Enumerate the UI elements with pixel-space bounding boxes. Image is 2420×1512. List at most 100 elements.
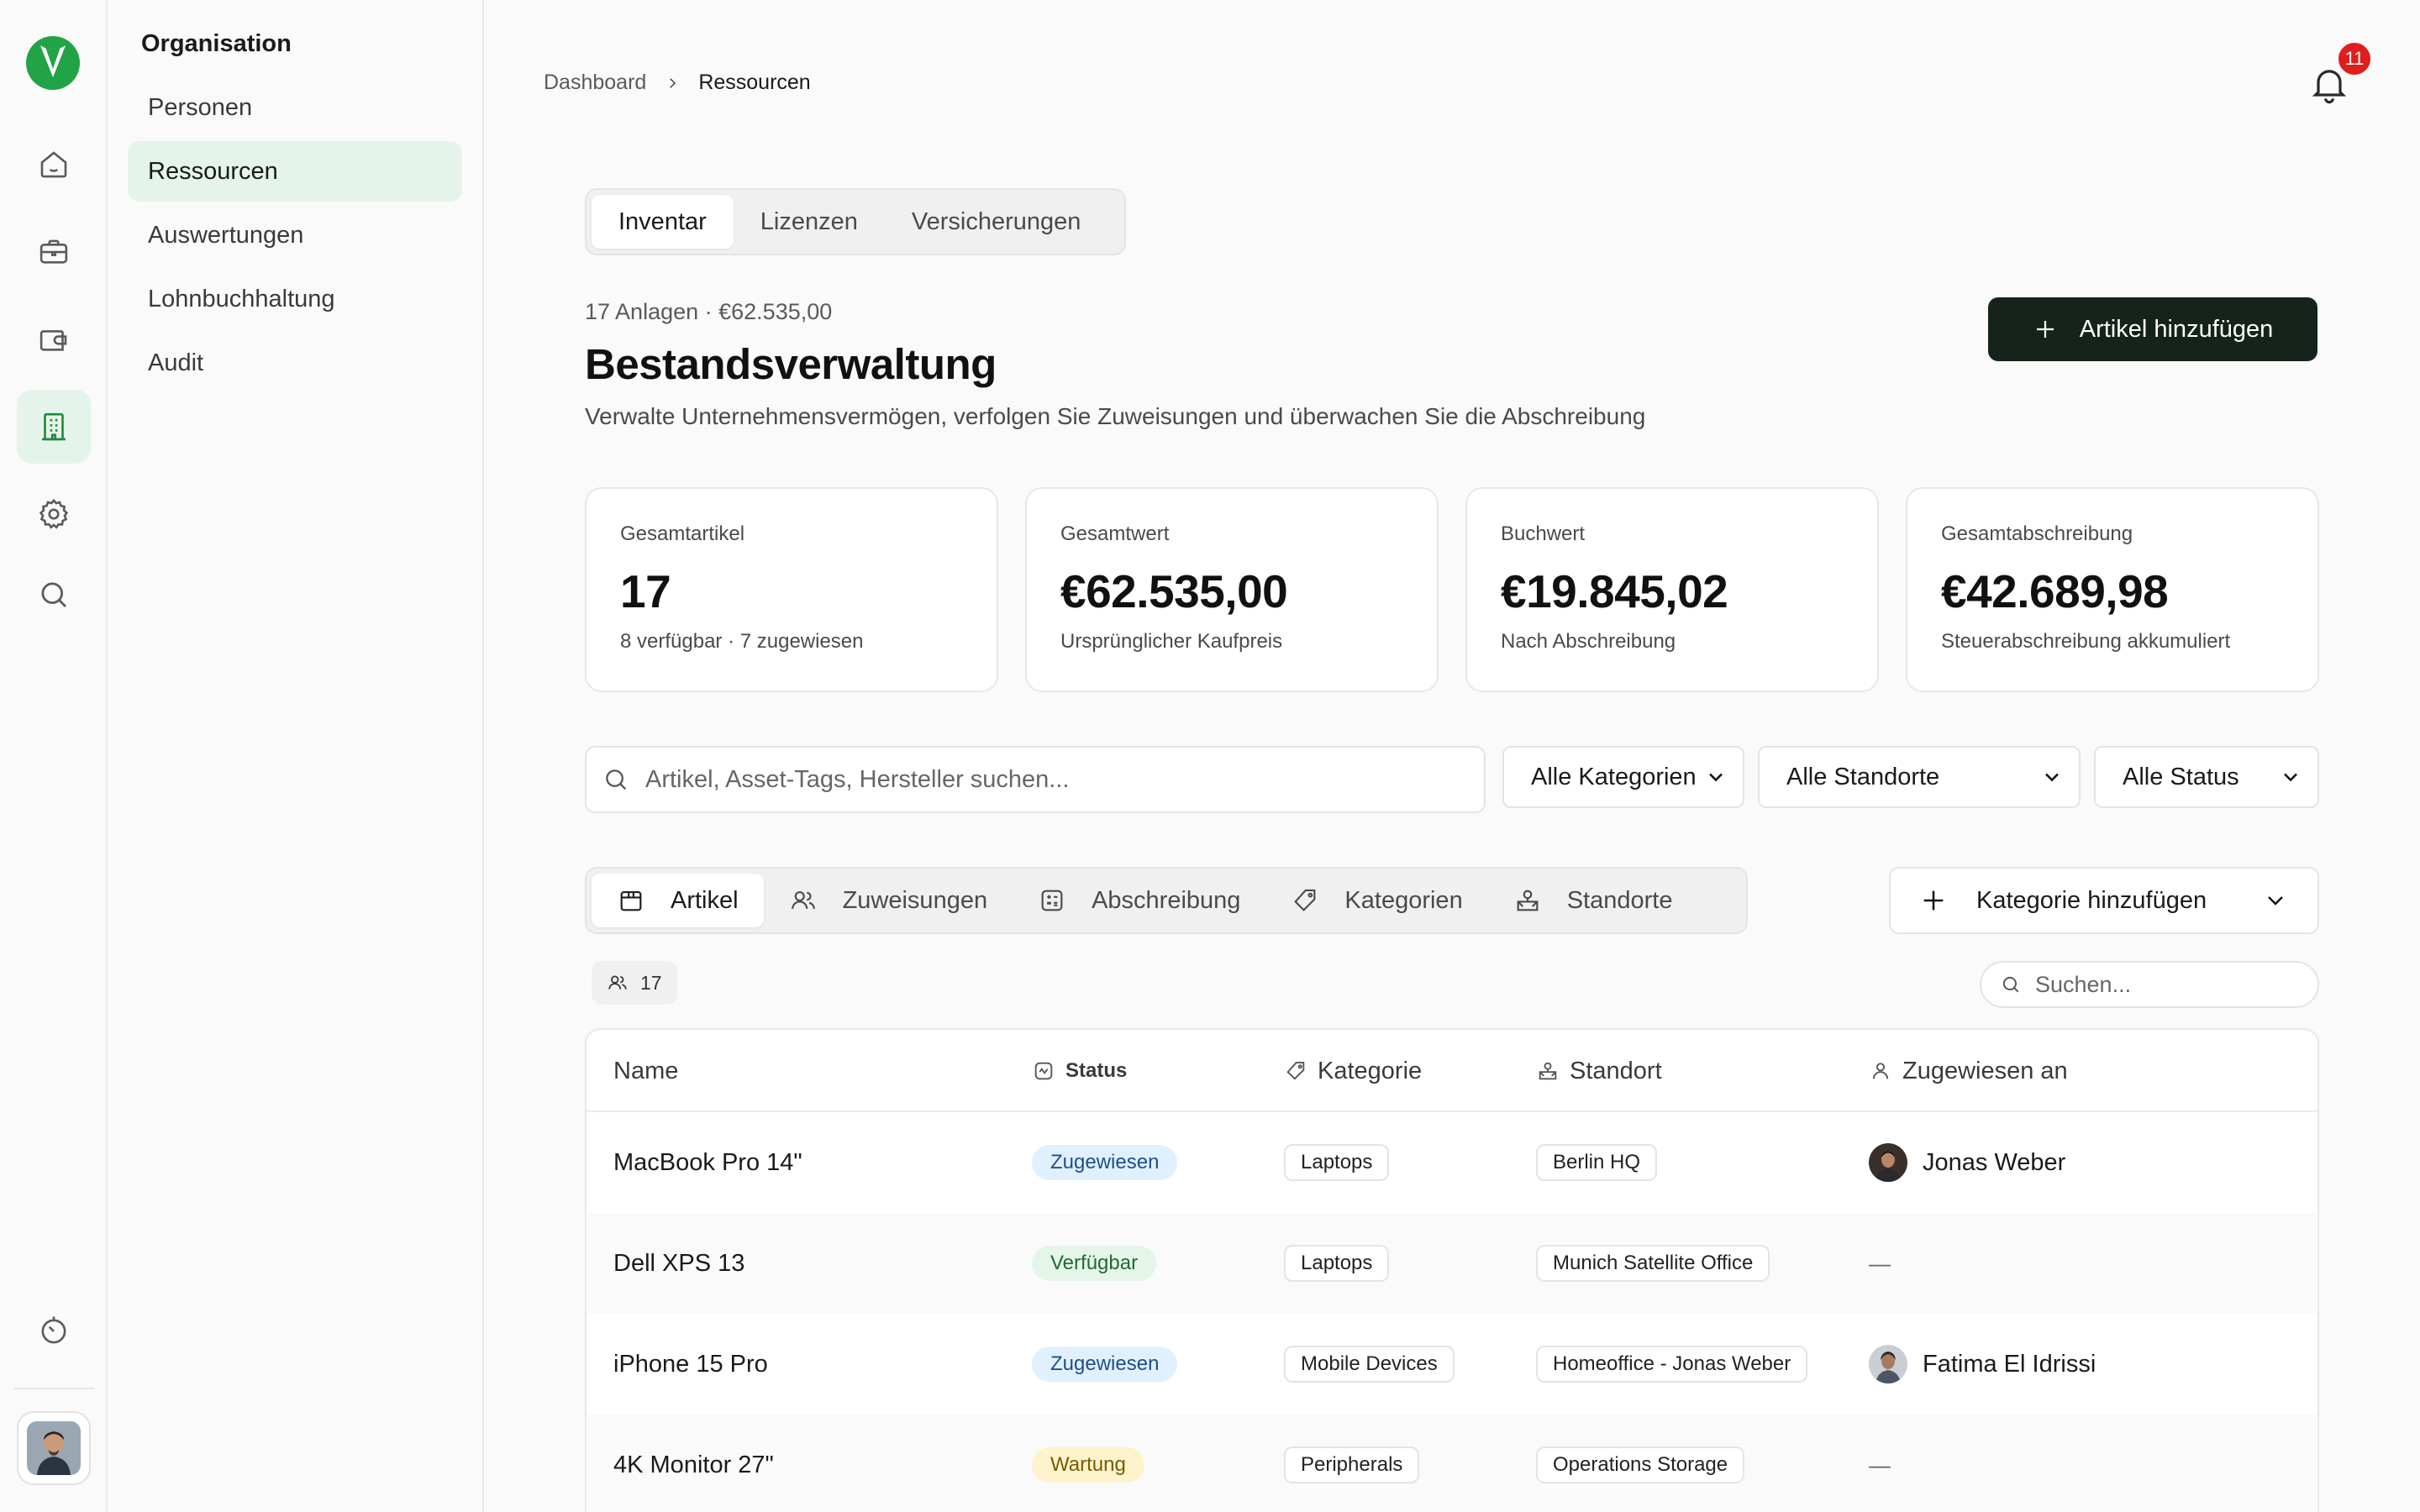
timer-icon[interactable] (17, 1294, 91, 1368)
tab-label: Artikel (671, 886, 739, 914)
column-header-category[interactable]: Kategorie (1284, 1030, 1422, 1112)
avatar (1869, 1345, 1907, 1383)
tab-kategorien[interactable]: Kategorien (1265, 874, 1487, 927)
item-count-chip: 17 (592, 961, 677, 1005)
column-label: Zugewiesen an (1902, 1057, 2068, 1084)
calculator-icon (1041, 890, 1063, 911)
column-header-status[interactable]: Status (1032, 1030, 1127, 1112)
stat-card-depreciation: Gesamtabschreibung €42.689,98 Steuerabsc… (1906, 487, 2319, 692)
user-avatar[interactable] (17, 1411, 91, 1485)
tab-zuweisungen[interactable]: Zuweisungen (764, 874, 1013, 927)
column-header-assignee[interactable]: Zugewiesen an (1869, 1030, 2068, 1112)
icon-rail (0, 0, 108, 1512)
asset-name: MacBook Pro 14" (613, 1148, 802, 1176)
home-icon[interactable] (17, 128, 91, 202)
building-icon[interactable] (17, 390, 91, 464)
location-filter-select[interactable]: Alle Standorte (1758, 746, 2081, 808)
tab-abschreibung[interactable]: Abschreibung (1013, 874, 1265, 927)
breadcrumb-root[interactable]: Dashboard (544, 71, 646, 95)
search-icon (2002, 976, 2019, 993)
stat-subtext: Steuerabschreibung akkumuliert (1941, 630, 2231, 653)
nav-item-auswertungen[interactable]: Auswertungen (128, 205, 462, 265)
stat-label: Gesamtwert (1060, 522, 1170, 545)
stat-value: €42.689,98 (1941, 565, 2169, 617)
tab-label: Kategorien (1344, 886, 1463, 914)
status-filter-value: Alle Status (2123, 763, 2239, 790)
location-icon (1517, 890, 1539, 911)
stat-subtext: Ursprünglicher Kaufpreis (1060, 630, 1283, 653)
stat-value: 17 (620, 565, 671, 617)
table-header: Name Status Kategorie Standort Zugewiese… (587, 1030, 2317, 1112)
nav-item-audit[interactable]: Audit (128, 333, 462, 393)
add-item-label: Artikel hinzufügen (2079, 315, 2274, 343)
column-label: Name (613, 1057, 679, 1084)
search-icon (606, 769, 627, 790)
asset-search-input[interactable]: Artikel, Asset-Tags, Hersteller suchen..… (585, 746, 1486, 813)
location-tag: Homeoffice - Jonas Weber (1536, 1346, 1808, 1383)
view-tabs: Artikel Zuweisungen Abschreibung Kategor… (585, 867, 1748, 934)
wallet-icon[interactable] (17, 302, 91, 376)
chevron-down-icon (2268, 896, 2283, 906)
tab-lizenzen[interactable]: Lizenzen (734, 195, 885, 249)
table-row[interactable]: Dell XPS 13 Verfügbar Laptops Munich Sat… (587, 1213, 2317, 1314)
box-icon (620, 891, 642, 911)
nav-item-ressourcen[interactable]: Ressourcen (128, 141, 462, 202)
table-row[interactable]: iPhone 15 Pro Zugewiesen Mobile Devices … (587, 1314, 2317, 1415)
add-category-button[interactable]: Kategorie hinzufügen (1889, 867, 2319, 934)
status-filter-select[interactable]: Alle Status (2094, 746, 2319, 808)
category-tag: Laptops (1284, 1245, 1390, 1282)
main-content: Dashboard Ressourcen 11 Inventar Lizenze… (484, 0, 2420, 1512)
assets-table: Name Status Kategorie Standort Zugewiese… (585, 1028, 2319, 1512)
tab-label: Standorte (1566, 886, 1673, 914)
briefcase-icon[interactable] (17, 215, 91, 289)
plus-icon (1923, 890, 1944, 911)
column-header-location[interactable]: Standort (1536, 1030, 1662, 1112)
tab-versicherungen[interactable]: Versicherungen (885, 195, 1108, 249)
status-badge: Zugewiesen (1032, 1145, 1178, 1180)
location-tag: Munich Satellite Office (1536, 1245, 1770, 1282)
status-badge: Wartung (1032, 1447, 1144, 1483)
table-search-input[interactable]: Suchen... (1980, 961, 2319, 1008)
nav-item-lohnbuchhaltung[interactable]: Lohnbuchhaltung (128, 269, 462, 329)
section-tabs: Inventar Lizenzen Versicherungen (585, 188, 1126, 255)
app-logo[interactable] (25, 35, 81, 91)
asset-name: 4K Monitor 27" (613, 1451, 774, 1478)
assignee[interactable]: Jonas Weber (1869, 1143, 2065, 1182)
gear-icon[interactable] (17, 477, 91, 551)
tab-label: Zuweisungen (842, 886, 988, 914)
chevron-right-icon (665, 76, 680, 91)
breadcrumb-current: Ressourcen (698, 71, 811, 94)
tab-standorte[interactable]: Standorte (1488, 874, 1698, 927)
assignee[interactable]: Fatima El Idrissi (1869, 1345, 2096, 1383)
avatar (1869, 1143, 1907, 1182)
location-filter-value: Alle Standorte (1786, 763, 1940, 790)
assignee-name: Fatima El Idrissi (1923, 1350, 2096, 1378)
status-icon (1034, 1062, 1053, 1080)
column-header-name[interactable]: Name (613, 1030, 678, 1112)
status-badge: Verfügbar (1032, 1246, 1157, 1281)
users-icon (791, 891, 815, 910)
category-filter-select[interactable]: Alle Kategorien (1502, 746, 1744, 808)
column-label: Status (1065, 1059, 1128, 1082)
location-tag: Operations Storage (1536, 1446, 1745, 1483)
assignee-empty: — (1869, 1452, 1891, 1478)
search-icon[interactable] (17, 558, 91, 632)
stat-label: Buchwert (1501, 522, 1586, 545)
chevron-down-icon (2045, 773, 2059, 782)
stat-card-book-value: Buchwert €19.845,02 Nach Abschreibung (1465, 487, 1879, 692)
assignee-empty: — (1869, 1250, 1891, 1276)
table-row[interactable]: MacBook Pro 14" Zugewiesen Laptops Berli… (587, 1112, 2317, 1213)
nav-item-personen[interactable]: Personen (128, 77, 462, 138)
category-tag: Peripherals (1284, 1446, 1420, 1483)
category-tag: Laptops (1284, 1144, 1390, 1181)
stat-subtext: Nach Abschreibung (1501, 630, 1676, 653)
table-row[interactable]: 4K Monitor 27" Wartung Peripherals Opera… (587, 1415, 2317, 1512)
stat-value: €19.845,02 (1501, 565, 1728, 617)
search-placeholder: Artikel, Asset-Tags, Hersteller suchen..… (645, 765, 1070, 793)
stat-card-total-items: Gesamtartikel 17 8 verfügbar · 7 zugewie… (585, 487, 998, 692)
tab-inventar[interactable]: Inventar (592, 195, 734, 249)
user-icon (1872, 1063, 1889, 1079)
tab-artikel[interactable]: Artikel (592, 874, 764, 927)
asset-summary: 17 Anlagen · €62.535,00 (585, 299, 833, 324)
add-item-button[interactable]: Artikel hinzufügen (1988, 297, 2317, 361)
